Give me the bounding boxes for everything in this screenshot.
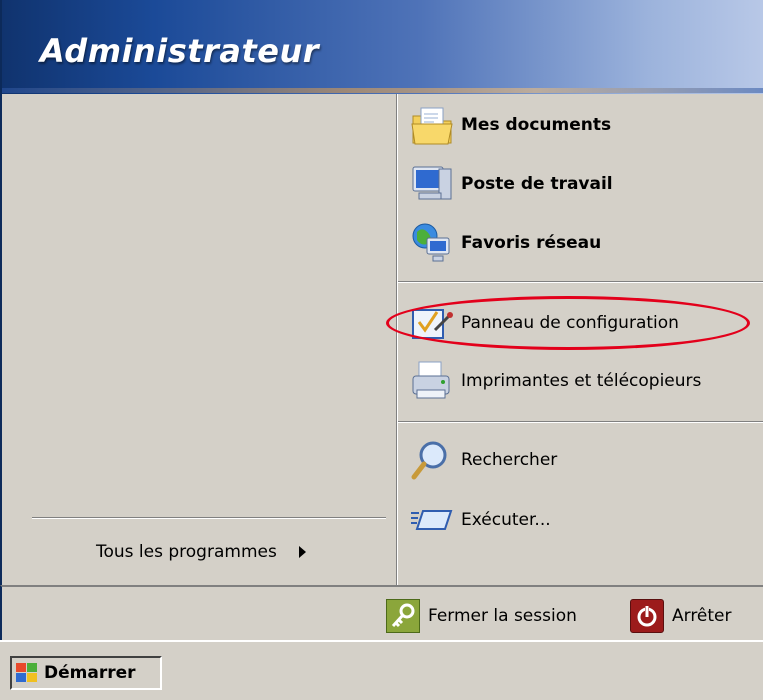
- start-button[interactable]: Démarrer: [10, 656, 162, 690]
- menu-item-label: Mes documents: [461, 115, 612, 135]
- panel-divider: [396, 94, 398, 585]
- key-icon: [386, 599, 420, 633]
- logoff-button[interactable]: Fermer la session: [386, 598, 577, 634]
- menu-item-printers[interactable]: Imprimantes et télécopieurs: [409, 357, 759, 405]
- arrow-right-icon: [298, 546, 306, 558]
- separator: [398, 281, 763, 283]
- menu-item-label: Exécuter...: [461, 510, 551, 530]
- menu-item-label: Poste de travail: [461, 174, 613, 194]
- printers-icon: [409, 358, 455, 404]
- logoff-label: Fermer la session: [428, 606, 577, 626]
- search-icon: [409, 437, 455, 483]
- menu-item-network-places[interactable]: Favoris réseau: [409, 219, 759, 267]
- user-name: Administrateur: [40, 32, 320, 70]
- shutdown-label: Arrêter: [672, 606, 732, 626]
- menu-item-run[interactable]: Exécuter...: [409, 496, 759, 544]
- separator: [398, 421, 763, 423]
- run-icon: [409, 497, 455, 543]
- menu-item-label: Imprimantes et télécopieurs: [461, 371, 702, 391]
- menu-item-label: Rechercher: [461, 450, 558, 470]
- pinned-programs-panel: [0, 94, 397, 585]
- header-accent-line: [2, 88, 763, 93]
- windows-logo-icon: [16, 663, 38, 683]
- my-computer-icon: [409, 161, 455, 207]
- menu-item-search[interactable]: Rechercher: [409, 436, 759, 484]
- menu-item-my-documents[interactable]: Mes documents: [409, 101, 759, 149]
- highlight-ellipse: [386, 296, 750, 350]
- start-menu: Administrateur Tous les programmes Mes d…: [0, 0, 763, 700]
- power-icon: [630, 599, 664, 633]
- start-menu-header: Administrateur: [0, 0, 763, 94]
- all-programs-button[interactable]: Tous les programmes: [96, 540, 306, 564]
- all-programs-label: Tous les programmes: [96, 542, 277, 562]
- menu-item-my-computer[interactable]: Poste de travail: [409, 160, 759, 208]
- shutdown-button[interactable]: Arrêter: [630, 598, 732, 634]
- network-places-icon: [409, 220, 455, 266]
- menu-item-label: Favoris réseau: [461, 233, 602, 253]
- all-programs-separator: [32, 517, 386, 519]
- start-label: Démarrer: [44, 663, 136, 683]
- my-documents-icon: [409, 102, 455, 148]
